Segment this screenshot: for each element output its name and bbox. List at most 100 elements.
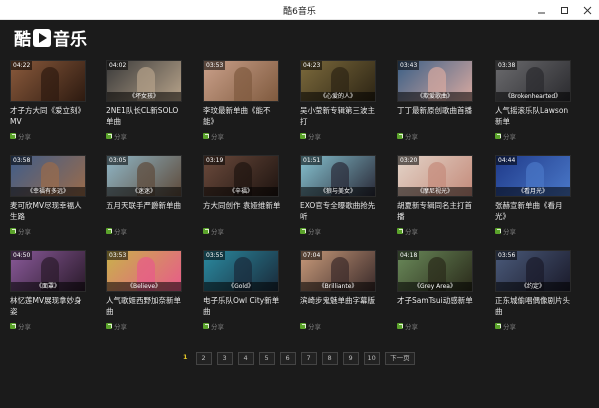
page-4-button[interactable]: 4	[237, 352, 254, 365]
video-card[interactable]: 07:04 《Brilliante》滨崎步鬼魅单曲字幕版分享	[300, 250, 376, 342]
video-thumbnail[interactable]: 03:38 《Brokenhearted》	[495, 60, 571, 102]
video-card[interactable]: 03:05 《迷迷》五月天联手严爵新单曲分享	[106, 155, 182, 247]
video-thumbnail[interactable]: 03:56 《约定》	[495, 250, 571, 292]
video-thumbnail[interactable]: 03:05 《迷迷》	[106, 155, 182, 197]
page-5-button[interactable]: 5	[258, 352, 275, 365]
share-button[interactable]: 分享	[495, 321, 516, 331]
video-title[interactable]: 李玟最新单曲《能不能》	[203, 105, 281, 127]
minimize-button[interactable]	[529, 0, 553, 20]
video-card[interactable]: 04:44 《看月光》张赫宣新单曲《看月光》分享	[495, 155, 571, 247]
video-card[interactable]: 03:19 《辛福》方大同创作 袁娅维新单分享	[203, 155, 281, 247]
video-title[interactable]: 电子乐队Owl City新单曲	[203, 295, 281, 317]
share-button[interactable]: 分享	[203, 131, 224, 141]
video-title[interactable]: 2NE1队长CL新SOLO单曲	[106, 105, 184, 127]
video-card[interactable]: 03:53 《Believe》人气歌姬西野加奈新单曲分享	[106, 250, 182, 342]
share-icon	[106, 323, 112, 329]
video-card[interactable]: 03:53 李玟最新单曲《能不能》分享	[203, 60, 279, 152]
video-thumbnail[interactable]: 03:43 《欺爱歌曲》	[397, 60, 473, 102]
video-title[interactable]: 正东城偷唱偶像剧片头曲	[495, 295, 573, 317]
video-card[interactable]: 03:58 《幸福有多远》麦可欣MV尽现幸福人生路分享	[10, 155, 86, 247]
share-button[interactable]: 分享	[300, 131, 321, 141]
share-button[interactable]: 分享	[300, 321, 321, 331]
close-button[interactable]	[575, 0, 599, 20]
video-card[interactable]: 01:51 《狼与美女》 EXO官专全曝歌曲抢先听分享	[300, 155, 376, 247]
share-button[interactable]: 分享	[203, 226, 224, 236]
video-duration: 03:43	[398, 61, 420, 70]
share-icon	[106, 228, 112, 234]
maximize-button[interactable]	[552, 0, 576, 20]
share-button[interactable]: 分享	[10, 131, 31, 141]
video-title[interactable]: 人气歌姬西野加奈新单曲	[106, 295, 184, 317]
share-button[interactable]: 分享	[397, 226, 418, 236]
share-button[interactable]: 分享	[106, 321, 127, 331]
video-title[interactable]: 方大同创作 袁娅维新单	[203, 200, 281, 222]
video-card[interactable]: 04:18 《Grey Area》才子SamTsui动感新单分享	[397, 250, 473, 342]
share-button[interactable]: 分享	[203, 321, 224, 331]
video-card[interactable]: 03:38 《Brokenhearted》人气摇滚乐队Lawson新单分享	[495, 60, 571, 152]
video-thumbnail[interactable]: 03:53 《Believe》	[106, 250, 182, 292]
video-caption: 《辛福》	[204, 187, 278, 196]
video-title[interactable]: EXO官专全曝歌曲抢先听	[300, 200, 378, 222]
video-thumbnail[interactable]: 03:53	[203, 60, 279, 102]
page-10-button[interactable]: 10	[363, 352, 380, 365]
video-thumbnail[interactable]: 01:51 《狼与美女》	[300, 155, 376, 197]
video-thumbnail[interactable]: 03:19 《辛福》	[203, 155, 279, 197]
page-1-button[interactable]: 1	[180, 352, 191, 365]
video-thumbnail[interactable]: 04:22	[10, 60, 86, 102]
page-7-button[interactable]: 7	[300, 352, 317, 365]
video-thumbnail[interactable]: 04:02 《坏女孩》	[106, 60, 182, 102]
video-duration: 03:19	[204, 156, 226, 165]
video-duration: 03:55	[204, 251, 226, 260]
video-card[interactable]: 03:20 《摩尼视光》胡夏新专辑同名主打首播分享	[397, 155, 473, 247]
page-8-button[interactable]: 8	[321, 352, 338, 365]
video-thumbnail[interactable]: 04:44 《看月光》	[495, 155, 571, 197]
maximize-icon	[560, 6, 568, 14]
video-duration: 04:22	[11, 61, 33, 70]
video-duration: 03:05	[107, 156, 129, 165]
page-6-button[interactable]: 6	[279, 352, 296, 365]
video-card[interactable]: 04:22 才子方大同《爱立刻》MV 分享	[10, 60, 86, 152]
video-card[interactable]: 03:43 《欺爱歌曲》丁丁最新原创歌曲首播分享	[397, 60, 473, 152]
share-button[interactable]: 分享	[495, 226, 516, 236]
video-title[interactable]: 胡夏新专辑同名主打首播	[397, 200, 475, 222]
video-card[interactable]: 04:02 《坏女孩》 2NE1队长CL新SOLO单曲分享	[106, 60, 182, 152]
video-title[interactable]: 才子SamTsui动感新单	[397, 295, 475, 317]
video-title[interactable]: 滨崎步鬼魅单曲字幕版	[300, 295, 378, 317]
video-title[interactable]: 人气摇滚乐队Lawson新单	[495, 105, 573, 127]
share-button[interactable]: 分享	[106, 131, 127, 141]
share-button[interactable]: 分享	[10, 226, 31, 236]
video-title[interactable]: 吴小莹新专辑第三波主打	[300, 105, 378, 127]
video-title[interactable]: 张赫宣新单曲《看月光》	[495, 200, 573, 222]
video-title[interactable]: 五月天联手严爵新单曲	[106, 200, 184, 222]
video-title[interactable]: 麦可欣MV尽现幸福人生路	[10, 200, 88, 222]
video-thumbnail[interactable]: 03:20 《摩尼视光》	[397, 155, 473, 197]
video-duration: 03:53	[204, 61, 226, 70]
video-thumbnail[interactable]: 04:50 《面罩》	[10, 250, 86, 292]
video-thumbnail[interactable]: 03:55 《Gold》	[203, 250, 279, 292]
next-page-button[interactable]: 下一页	[384, 352, 415, 365]
video-title[interactable]: 丁丁最新原创歌曲首播	[397, 105, 475, 127]
video-card[interactable]: 03:55 《Gold》电子乐队Owl City新单曲分享	[203, 250, 279, 342]
share-button[interactable]: 分享	[495, 131, 516, 141]
video-caption: 《坏女孩》	[107, 92, 181, 101]
page-2-button[interactable]: 2	[195, 352, 212, 365]
page-3-button[interactable]: 3	[216, 352, 233, 365]
video-card[interactable]: 03:56 《约定》正东城偷唱偶像剧片头曲分享	[495, 250, 571, 342]
share-button[interactable]: 分享	[106, 226, 127, 236]
video-thumbnail[interactable]: 03:58 《幸福有多远》	[10, 155, 86, 197]
share-button[interactable]: 分享	[10, 321, 31, 331]
share-button[interactable]: 分享	[300, 226, 321, 236]
video-thumbnail[interactable]: 04:18 《Grey Area》	[397, 250, 473, 292]
video-card[interactable]: 04:23 《心爱的人》吴小莹新专辑第三波主打分享	[300, 60, 376, 152]
video-caption: 《面罩》	[11, 282, 85, 291]
video-thumbnail[interactable]: 07:04 《Brilliante》	[300, 250, 376, 292]
video-card[interactable]: 04:50 《面罩》林忆莲MV展现拿妙身姿分享	[10, 250, 86, 342]
share-button[interactable]: 分享	[397, 131, 418, 141]
page-9-button[interactable]: 9	[342, 352, 359, 365]
video-title[interactable]: 林忆莲MV展现拿妙身姿	[10, 295, 88, 317]
video-title[interactable]: 才子方大同《爱立刻》MV	[10, 105, 88, 127]
video-duration: 04:18	[398, 251, 420, 260]
share-button[interactable]: 分享	[397, 321, 418, 331]
share-icon	[10, 228, 16, 234]
video-thumbnail[interactable]: 04:23 《心爱的人》	[300, 60, 376, 102]
